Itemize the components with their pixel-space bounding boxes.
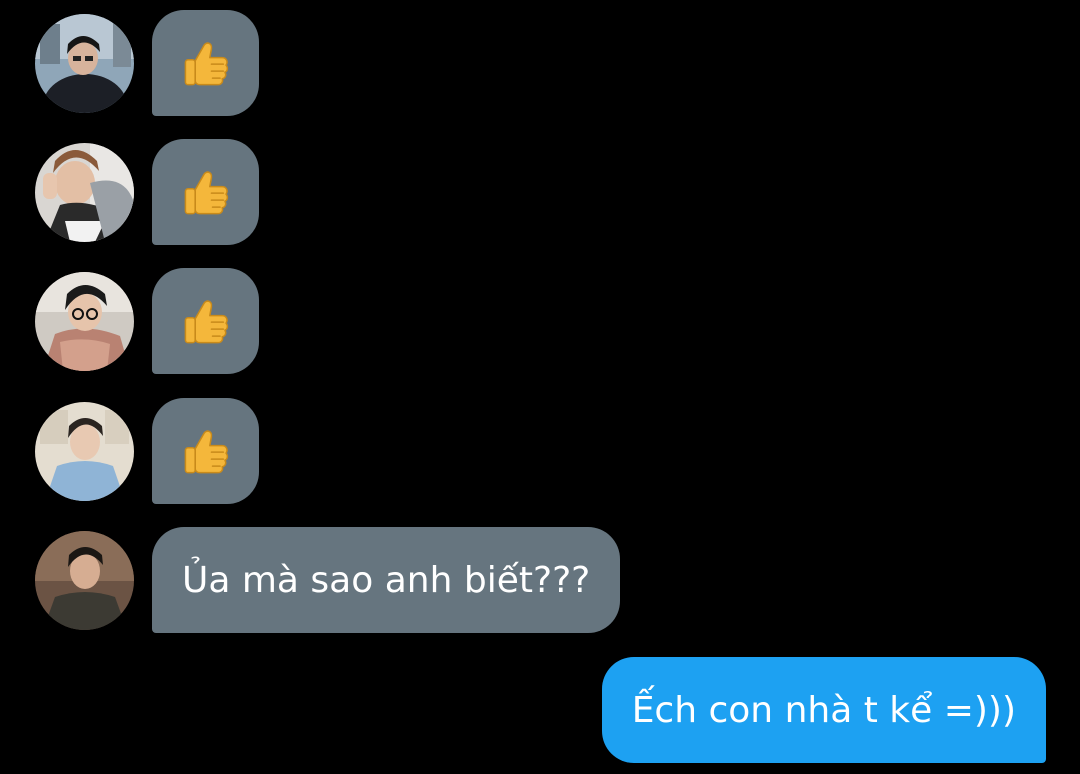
thumbs-up-icon (180, 295, 232, 347)
reaction-bubble[interactable] (152, 139, 259, 245)
avatar[interactable] (35, 402, 134, 501)
message-row (0, 139, 1080, 245)
reaction-bubble[interactable] (152, 268, 259, 374)
chat-thread: Ủa mà sao anh biết??? Ếch con nhà t kể =… (0, 0, 1080, 774)
reaction-bubble[interactable] (152, 10, 259, 116)
message-row: Ếch con nhà t kể =))) (0, 657, 1080, 763)
avatar[interactable] (35, 14, 134, 113)
avatar[interactable] (35, 272, 134, 371)
avatar-photo (35, 14, 134, 113)
reaction-bubble[interactable] (152, 398, 259, 504)
thumbs-up-icon (180, 166, 232, 218)
avatar-photo (35, 143, 134, 242)
avatar[interactable] (35, 143, 134, 242)
thumbs-up-icon (180, 37, 232, 89)
outgoing-message[interactable]: Ếch con nhà t kể =))) (601, 657, 1046, 763)
avatar-photo (35, 402, 134, 501)
avatar[interactable] (35, 531, 134, 630)
thumbs-up-icon (180, 425, 232, 477)
message-row (0, 398, 1080, 504)
message-row (0, 268, 1080, 374)
message-row (0, 10, 1080, 116)
avatar-photo (35, 531, 134, 630)
incoming-message[interactable]: Ủa mà sao anh biết??? (152, 527, 621, 633)
message-row: Ủa mà sao anh biết??? (0, 527, 1080, 633)
avatar-photo (35, 272, 134, 371)
